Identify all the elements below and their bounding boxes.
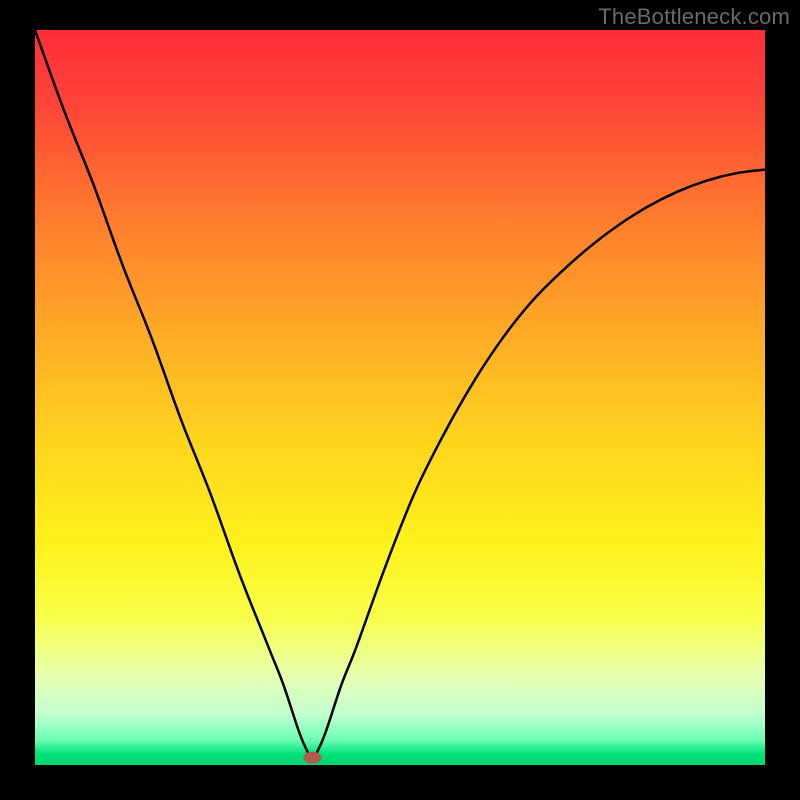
watermark-text: TheBottleneck.com <box>598 4 790 30</box>
chart-background <box>35 30 765 765</box>
chart-svg <box>35 30 765 765</box>
curve-minimum-marker <box>303 752 321 764</box>
chart-plot-area <box>35 30 765 765</box>
